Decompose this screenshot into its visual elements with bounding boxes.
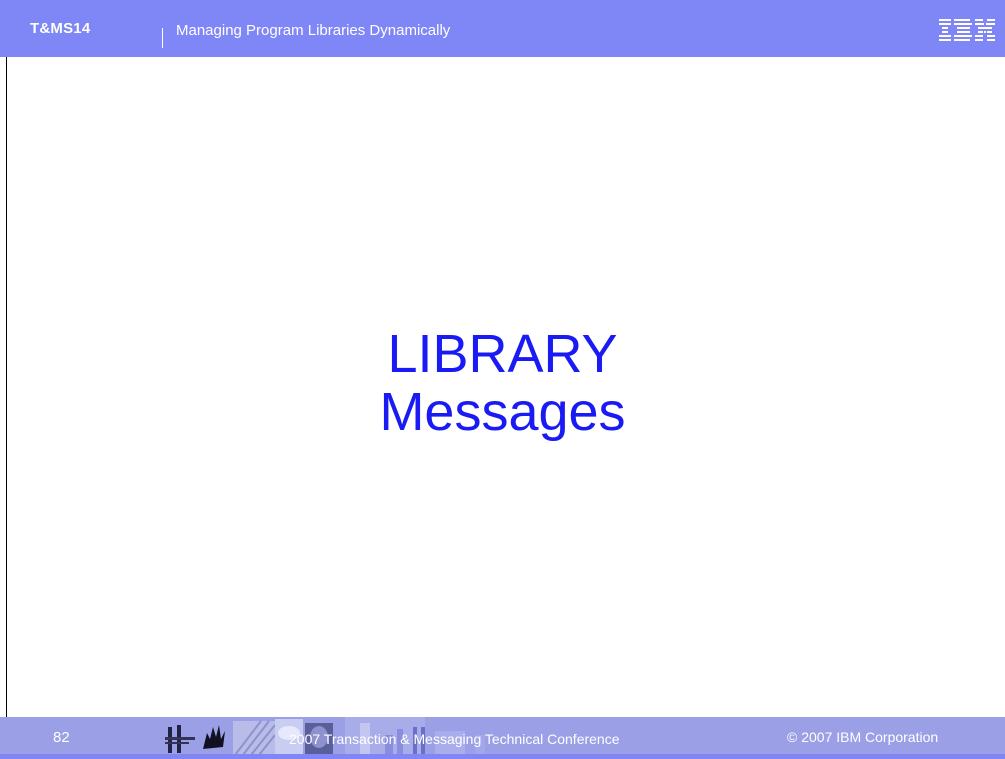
- slide-title: LIBRARY Messages: [0, 325, 1005, 441]
- session-code: T&MS14: [30, 20, 91, 37]
- presentation-title: Managing Program Libraries Dynamically: [176, 22, 451, 39]
- ibm-logo-icon: [939, 19, 995, 41]
- header-divider: [162, 28, 163, 48]
- footer-bar: 82 2007 Transaction & Messaging Technica…: [0, 717, 1005, 759]
- footer-bottom-line: [0, 754, 1005, 759]
- page-number: 82: [53, 729, 70, 746]
- header-bar: T&MS14 Managing Program Libraries Dynami…: [0, 0, 1005, 57]
- slide-title-line-1: LIBRARY: [387, 324, 618, 384]
- conference-name: 2007 Transaction & Messaging Technical C…: [289, 731, 620, 747]
- copyright-notice: © 2007 IBM Corporation: [787, 729, 939, 745]
- slide: T&MS14 Managing Program Libraries Dynami…: [0, 0, 1005, 759]
- slide-title-line-2: Messages: [379, 382, 626, 442]
